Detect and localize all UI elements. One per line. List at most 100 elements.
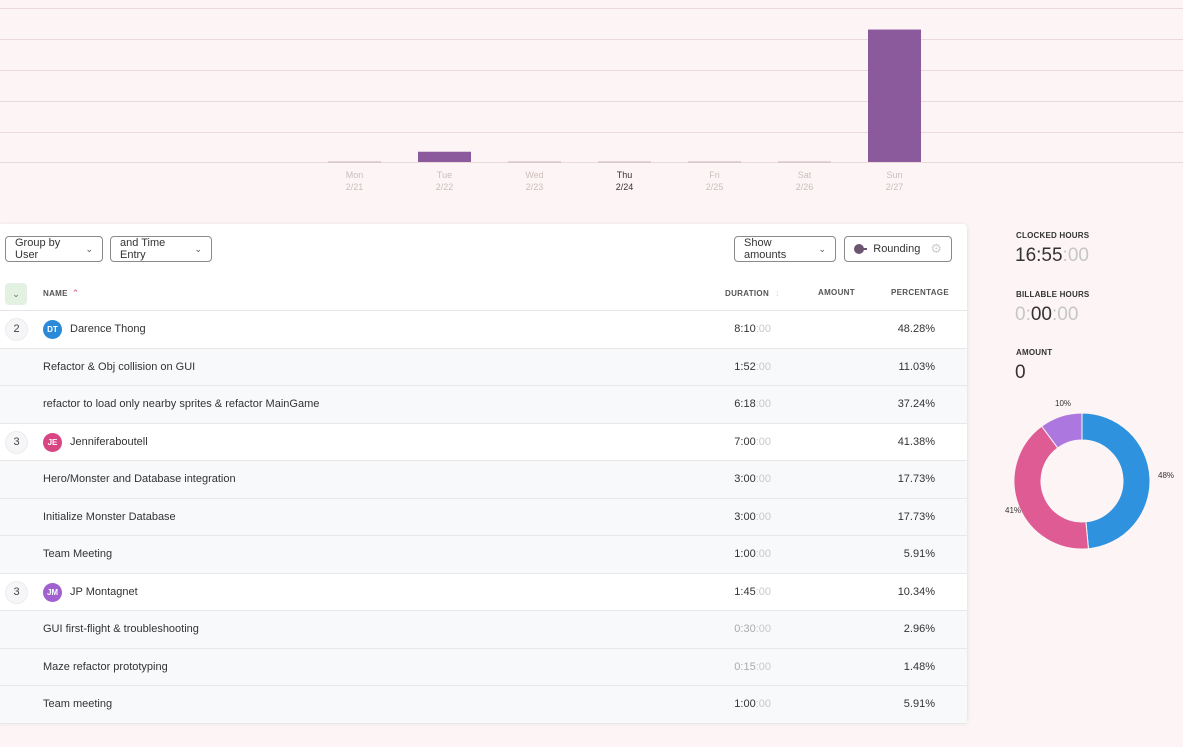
sort-icon: ↕ <box>775 288 780 298</box>
group-by-label: Group by User <box>15 237 61 261</box>
show-amounts-dropdown[interactable]: Show amounts ⌄ <box>734 236 836 262</box>
donut-slice-label: 48% <box>1158 471 1174 480</box>
day-label-fri: Fri 2/25 <box>685 169 745 193</box>
time-entry-row[interactable]: Team Meeting 1:00:00 5.91% <box>0 536 967 574</box>
amount-value: 0 <box>1015 362 1026 383</box>
billable-hours-hours: 0: <box>1015 304 1031 325</box>
entry-count-badge[interactable]: 3 <box>5 430 28 454</box>
donut-slice[interactable] <box>1013 425 1090 550</box>
amount-label: AMOUNT <box>1016 348 1053 357</box>
percentage-cell: 17.73% <box>897 473 935 485</box>
duration-cell: 8:10:00 <box>734 323 771 335</box>
tick-label-date: 2/27 <box>885 182 904 192</box>
bar-sun[interactable] <box>868 29 921 163</box>
duration-seconds: :00 <box>755 473 771 485</box>
time-entry-row[interactable]: Initialize Monster Database 3:00:00 17.73% <box>0 498 967 536</box>
chevron-down-icon: ⌄ <box>12 289 20 299</box>
duration-seconds: :00 <box>755 435 771 448</box>
entry-count-badge[interactable]: 2 <box>5 318 28 341</box>
clocked-hours-value: 16:55:00 <box>1015 245 1089 267</box>
tick-label-day: Tue <box>436 170 453 180</box>
user-group-row[interactable]: 3 JE Jenniferaboutell 7:00:00 41.38% <box>0 423 967 461</box>
duration-cell: 7:00:00 <box>734 436 771 448</box>
duration-cell: 1:00:00 <box>734 698 771 710</box>
percentage-cell: 41.38% <box>897 435 935 448</box>
duration-cell: 1:00:00 <box>734 548 771 560</box>
gear-icon[interactable]: ⚙ <box>930 241 942 257</box>
percentage-cell: 1.48% <box>903 660 935 673</box>
duration-main: 3:00 <box>734 510 756 523</box>
tick-label-date: 2/25 <box>705 182 724 192</box>
rounding-toggle-button[interactable]: Rounding ⚙ <box>844 236 952 262</box>
duration-seconds: :00 <box>755 398 771 410</box>
clocked-hours-main: 16:55 <box>1015 245 1063 266</box>
duration-seconds: :00 <box>755 323 771 335</box>
time-entry-row[interactable]: Hero/Monster and Database integration 3:0… <box>0 461 967 499</box>
chevron-down-icon: ⌄ <box>818 243 826 254</box>
day-label-sat: Sat 2/26 <box>775 169 835 193</box>
report-table-card: Group by User ⌄ and Time Entry ⌄ Show am… <box>0 224 967 724</box>
avatar: DT <box>43 320 62 339</box>
tick-label-date: 2/23 <box>525 182 544 192</box>
percentage-cell: 2.96% <box>903 623 935 635</box>
tick-label-day: Thu <box>616 170 633 180</box>
duration-seconds: :00 <box>755 548 771 560</box>
bar-tue[interactable] <box>418 151 471 162</box>
billable-hours-label: BILLABLE HOURS <box>1016 290 1090 299</box>
entry-count-badge[interactable]: 3 <box>5 580 28 604</box>
user-group-row[interactable]: 3 JM JP Montagnet 1:45:00 10.34% <box>0 573 967 611</box>
chevron-down-icon: ⌄ <box>194 243 202 254</box>
duration-dim: 0:30 <box>734 623 756 635</box>
name-header-label: NAME <box>43 289 68 298</box>
expand-all-button[interactable]: ⌄ <box>5 283 27 305</box>
duration-column-header[interactable]: DURATION ↕ <box>725 288 780 298</box>
time-entry-row[interactable]: Refactor & Obj collision on GUI 1:52:00 11… <box>0 348 967 386</box>
entry-description: Team meeting <box>43 698 113 710</box>
duration-seconds: :00 <box>755 623 771 635</box>
donut-slice[interactable] <box>1081 412 1151 550</box>
tick-label-day: Sat <box>797 170 812 180</box>
duration-main: 1:00 <box>734 698 756 710</box>
time-entry-row[interactable]: GUI first-flight & troubleshooting 0:30:0… <box>0 611 967 649</box>
day-label-thu: Thu 2/24 <box>595 169 655 193</box>
rounding-toggle[interactable] <box>854 244 868 254</box>
donut-slice-label: 10% <box>1055 399 1071 408</box>
day-label-wed: Wed 2/23 <box>505 169 565 193</box>
user-group-row[interactable]: 2 DT Darence Thong 8:10:00 48.28% <box>0 311 967 349</box>
billable-hours-main: 00 <box>1030 304 1052 325</box>
tick-label-day: Fri <box>709 170 720 180</box>
entry-description: GUI first-flight & troubleshooting <box>43 623 199 635</box>
amount-column-header[interactable]: AMOUNT <box>818 288 855 297</box>
group-by-dropdown[interactable]: Group by User ⌄ <box>5 236 103 262</box>
duration-dim: 0:15 <box>734 660 756 673</box>
duration-main: 6:18 <box>734 398 756 410</box>
time-entry-dropdown[interactable]: and Time Entry ⌄ <box>110 236 212 262</box>
rounding-label: Rounding <box>873 243 921 255</box>
percentage-cell: 37.24% <box>897 398 935 410</box>
entry-description: Initialize Monster Database <box>43 510 176 523</box>
clocked-hours-seconds: :00 <box>1062 245 1089 266</box>
name-column-header[interactable]: NAME ⌃ <box>43 288 80 299</box>
entry-description: Refactor & Obj collision on GUI <box>43 360 196 373</box>
percentage-donut-chart: 48% 41% 10% <box>1005 399 1174 550</box>
entry-description: Hero/Monster and Database integration <box>43 473 236 485</box>
tick-label-date: 2/21 <box>345 182 364 192</box>
avatar: JE <box>43 432 62 452</box>
duration-seconds: :00 <box>755 660 771 673</box>
duration-header-label: DURATION <box>725 289 770 298</box>
percentage-column-header[interactable]: PERCENTAGE <box>891 288 949 297</box>
time-entry-row[interactable]: Maze refactor prototyping 0:15:00 1.48% <box>0 648 967 686</box>
billable-hours-value: 0:00:00 <box>1015 304 1078 326</box>
bar-chart-svg <box>0 8 1183 163</box>
percentage-cell: 48.28% <box>897 323 935 335</box>
tick-label-date: 2/24 <box>615 182 634 192</box>
duration-seconds: :00 <box>755 585 771 598</box>
duration-cell: 1:52:00 <box>734 361 771 373</box>
duration-seconds: :00 <box>755 360 771 373</box>
percentage-cell: 10.34% <box>897 585 935 598</box>
time-entry-row[interactable]: refactor to load only nearby sprites & r… <box>0 386 967 424</box>
time-entry-row[interactable]: Team meeting 1:00:00 5.91% <box>0 686 967 724</box>
table-header: ⌄ NAME ⌃ DURATION ↕ AMOUNT PERCENTAGE <box>0 278 967 311</box>
duration-main: 1:00 <box>734 548 756 560</box>
user-name: JP Montagnet <box>70 585 138 598</box>
